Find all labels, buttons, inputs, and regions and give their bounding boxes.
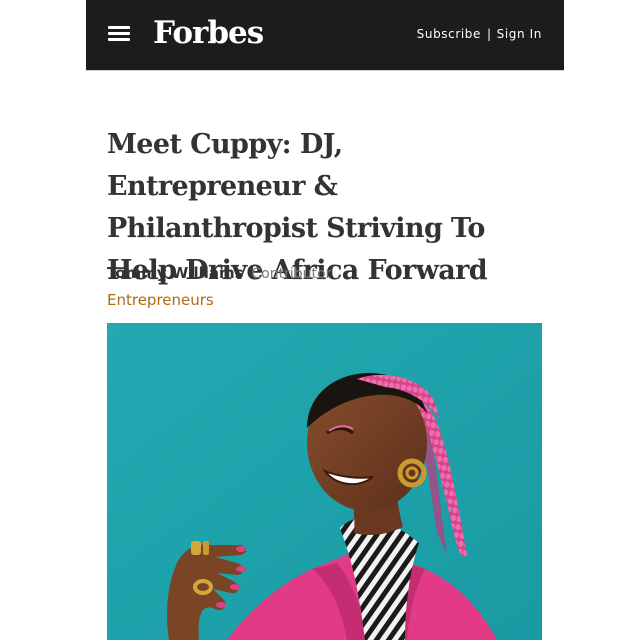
link-separator: |	[487, 27, 492, 41]
subscribe-link[interactable]: Subscribe	[417, 27, 481, 41]
portrait-illustration	[107, 323, 542, 640]
hero-image	[107, 323, 542, 640]
author-name-link[interactable]: Tommy Williams	[107, 264, 244, 282]
ring-shape	[191, 541, 201, 555]
forbes-mobile-article-page: Forbes Subscribe | Sign In Meet Cuppy: DJ,…	[0, 0, 640, 640]
byline: Tommy Williams Contributor	[107, 263, 331, 284]
sign-in-link[interactable]: Sign In	[497, 27, 542, 41]
account-links: Subscribe | Sign In	[417, 26, 542, 42]
hamburger-menu-icon[interactable]	[108, 25, 130, 43]
channel-link[interactable]: Entrepreneurs	[107, 290, 214, 310]
site-header: Forbes Subscribe | Sign In	[86, 0, 564, 70]
forbes-logo[interactable]: Forbes	[153, 13, 264, 53]
author-role: Contributor	[251, 266, 332, 282]
